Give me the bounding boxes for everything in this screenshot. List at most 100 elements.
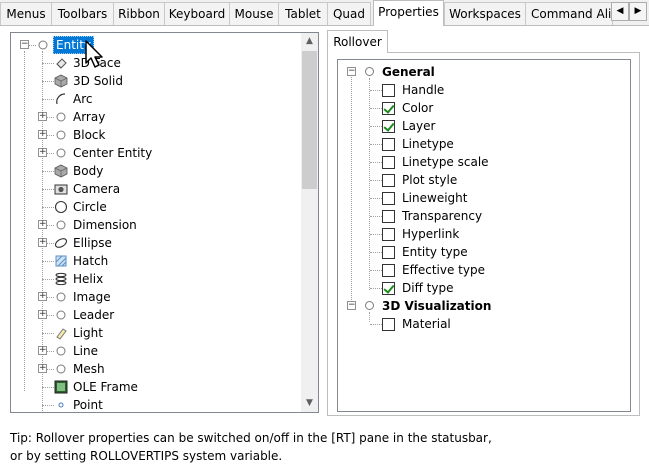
tree-item-3d-solid[interactable]: 3D Solid bbox=[11, 72, 296, 90]
collapse-icon[interactable]: − bbox=[20, 40, 29, 49]
tree-item-block[interactable]: + Block bbox=[11, 126, 296, 144]
rollover-item-diff-type[interactable]: Diff type bbox=[338, 279, 623, 297]
rollover-item-layer[interactable]: Layer bbox=[338, 117, 623, 135]
expand-icon[interactable]: + bbox=[38, 130, 47, 139]
tree-item-center-entity[interactable]: + Center Entity bbox=[11, 144, 296, 162]
tab-toolbars[interactable]: Toolbars bbox=[51, 2, 114, 25]
tree-item-array[interactable]: + Array bbox=[11, 108, 296, 126]
tab-quad[interactable]: Quad bbox=[327, 2, 371, 25]
tab-menus[interactable]: Menus bbox=[0, 2, 52, 25]
checkbox[interactable] bbox=[382, 192, 395, 205]
tree-item-mesh[interactable]: + Mesh bbox=[11, 360, 296, 378]
ole-frame-icon bbox=[54, 380, 68, 394]
expand-icon[interactable]: + bbox=[38, 364, 47, 373]
checkbox-label: Transparency bbox=[402, 209, 483, 223]
tree-item-line[interactable]: + Line bbox=[11, 342, 296, 360]
checkbox[interactable] bbox=[382, 156, 395, 169]
expand-icon[interactable]: + bbox=[38, 220, 47, 229]
tip-text: Tip: Rollover properties can be switched… bbox=[10, 429, 630, 465]
scroll-up-icon[interactable]: ▲ bbox=[301, 33, 318, 50]
hatch-icon bbox=[54, 254, 68, 268]
point-icon bbox=[54, 398, 68, 412]
tree-item-helix[interactable]: Helix bbox=[11, 270, 296, 288]
tab-mouse[interactable]: Mouse bbox=[229, 2, 279, 25]
tree-item-leader[interactable]: + Leader bbox=[11, 306, 296, 324]
expand-icon[interactable]: + bbox=[38, 292, 47, 301]
expand-icon[interactable]: + bbox=[38, 112, 47, 121]
checkbox[interactable] bbox=[382, 138, 395, 151]
circle-icon bbox=[54, 146, 68, 160]
tree-connector bbox=[370, 180, 382, 181]
rollover-item-plot-style[interactable]: Plot style bbox=[338, 171, 623, 189]
entity-tree[interactable]: ▲ ▼ − Entity 3D Face 3D Solid Arc + Array + Bloc… bbox=[10, 32, 319, 413]
tree-item-camera[interactable]: Camera bbox=[11, 180, 296, 198]
checkbox[interactable] bbox=[382, 102, 395, 115]
collapse-icon[interactable]: − bbox=[347, 301, 356, 310]
tree-item-3d-face[interactable]: 3D Face bbox=[11, 54, 296, 72]
expand-icon[interactable]: + bbox=[38, 148, 47, 157]
arrow-left-icon[interactable]: ◀ bbox=[611, 2, 629, 21]
checkbox[interactable] bbox=[382, 174, 395, 187]
tree-item-hatch[interactable]: Hatch bbox=[11, 252, 296, 270]
tree-item-entity[interactable]: − Entity bbox=[11, 36, 296, 54]
tree-item-image[interactable]: + Image bbox=[11, 288, 296, 306]
rollover-item-color[interactable]: Color bbox=[338, 99, 623, 117]
rollover-item-linetype[interactable]: Linetype bbox=[338, 135, 623, 153]
checkbox-label: Plot style bbox=[402, 173, 458, 187]
tab-properties[interactable]: Properties bbox=[373, 0, 444, 26]
tab-workspaces[interactable]: Workspaces bbox=[444, 2, 526, 25]
rollover-tree[interactable]: − General Handle Color Layer Linetype Linetype… bbox=[337, 59, 631, 412]
rollover-item-effective-type[interactable]: Effective type bbox=[338, 261, 623, 279]
tree-item-light[interactable]: Light bbox=[11, 324, 296, 342]
tree-item-point[interactable]: Point bbox=[11, 396, 296, 412]
tree-item-ellipse[interactable]: + Ellipse bbox=[11, 234, 296, 252]
rollover-item-lineweight[interactable]: Lineweight bbox=[338, 189, 623, 207]
tree-connector bbox=[370, 324, 382, 325]
mouse-cursor-icon bbox=[85, 40, 103, 68]
tab-ribbon[interactable]: Ribbon bbox=[113, 2, 165, 25]
checkbox[interactable] bbox=[382, 210, 395, 223]
arrow-right-icon[interactable]: ▶ bbox=[629, 2, 647, 21]
tree-scrollbar[interactable]: ▲ ▼ bbox=[301, 33, 318, 412]
tree-item-body[interactable]: Body bbox=[11, 162, 296, 180]
tree-item-label: 3D Solid bbox=[73, 74, 123, 88]
checkbox-label: Linetype bbox=[402, 137, 454, 151]
expand-icon[interactable]: + bbox=[38, 310, 47, 319]
tree-item-ole-frame[interactable]: OLE Frame bbox=[11, 378, 296, 396]
tree-connector bbox=[42, 207, 54, 208]
rollover-group-general[interactable]: − General bbox=[338, 63, 623, 81]
checkbox[interactable] bbox=[382, 84, 395, 97]
tab-rollover[interactable]: Rollover bbox=[327, 30, 388, 53]
checkbox-label: Color bbox=[402, 101, 434, 115]
checkbox[interactable] bbox=[382, 228, 395, 241]
expand-icon[interactable]: + bbox=[38, 238, 47, 247]
rollover-item-handle[interactable]: Handle bbox=[338, 81, 623, 99]
tree-item-arc[interactable]: Arc bbox=[11, 90, 296, 108]
expand-icon[interactable]: + bbox=[38, 346, 47, 355]
scroll-thumb[interactable] bbox=[302, 51, 317, 189]
tree-item-label: Body bbox=[73, 164, 104, 178]
collapse-icon[interactable]: − bbox=[347, 67, 356, 76]
checkbox[interactable] bbox=[382, 264, 395, 277]
tree-connector bbox=[370, 144, 382, 145]
tree-item-circle[interactable]: Circle bbox=[11, 198, 296, 216]
tree-item-label: Hatch bbox=[73, 254, 109, 268]
checkbox[interactable] bbox=[382, 282, 395, 295]
tree-item-dimension[interactable]: + Dimension bbox=[11, 216, 296, 234]
rollover-item-material[interactable]: Material bbox=[338, 315, 623, 333]
checkbox[interactable] bbox=[382, 120, 395, 133]
circle-icon bbox=[54, 218, 68, 232]
checkbox[interactable] bbox=[382, 318, 395, 331]
rollover-item-hyperlink[interactable]: Hyperlink bbox=[338, 225, 623, 243]
tree-connector bbox=[370, 252, 382, 253]
rollover-group-3d-visualization[interactable]: − 3D Visualization bbox=[338, 297, 623, 315]
tab-keyboard[interactable]: Keyboard bbox=[164, 2, 230, 25]
tab-command-alias[interactable]: Command Alias bbox=[525, 2, 613, 25]
rollover-item-entity-type[interactable]: Entity type bbox=[338, 243, 623, 261]
scroll-down-icon[interactable]: ▼ bbox=[301, 395, 318, 412]
circle-icon bbox=[365, 67, 374, 76]
tab-tablet[interactable]: Tablet bbox=[278, 2, 328, 25]
rollover-item-transparency[interactable]: Transparency bbox=[338, 207, 623, 225]
checkbox[interactable] bbox=[382, 246, 395, 259]
rollover-item-linetype-scale[interactable]: Linetype scale bbox=[338, 153, 623, 171]
